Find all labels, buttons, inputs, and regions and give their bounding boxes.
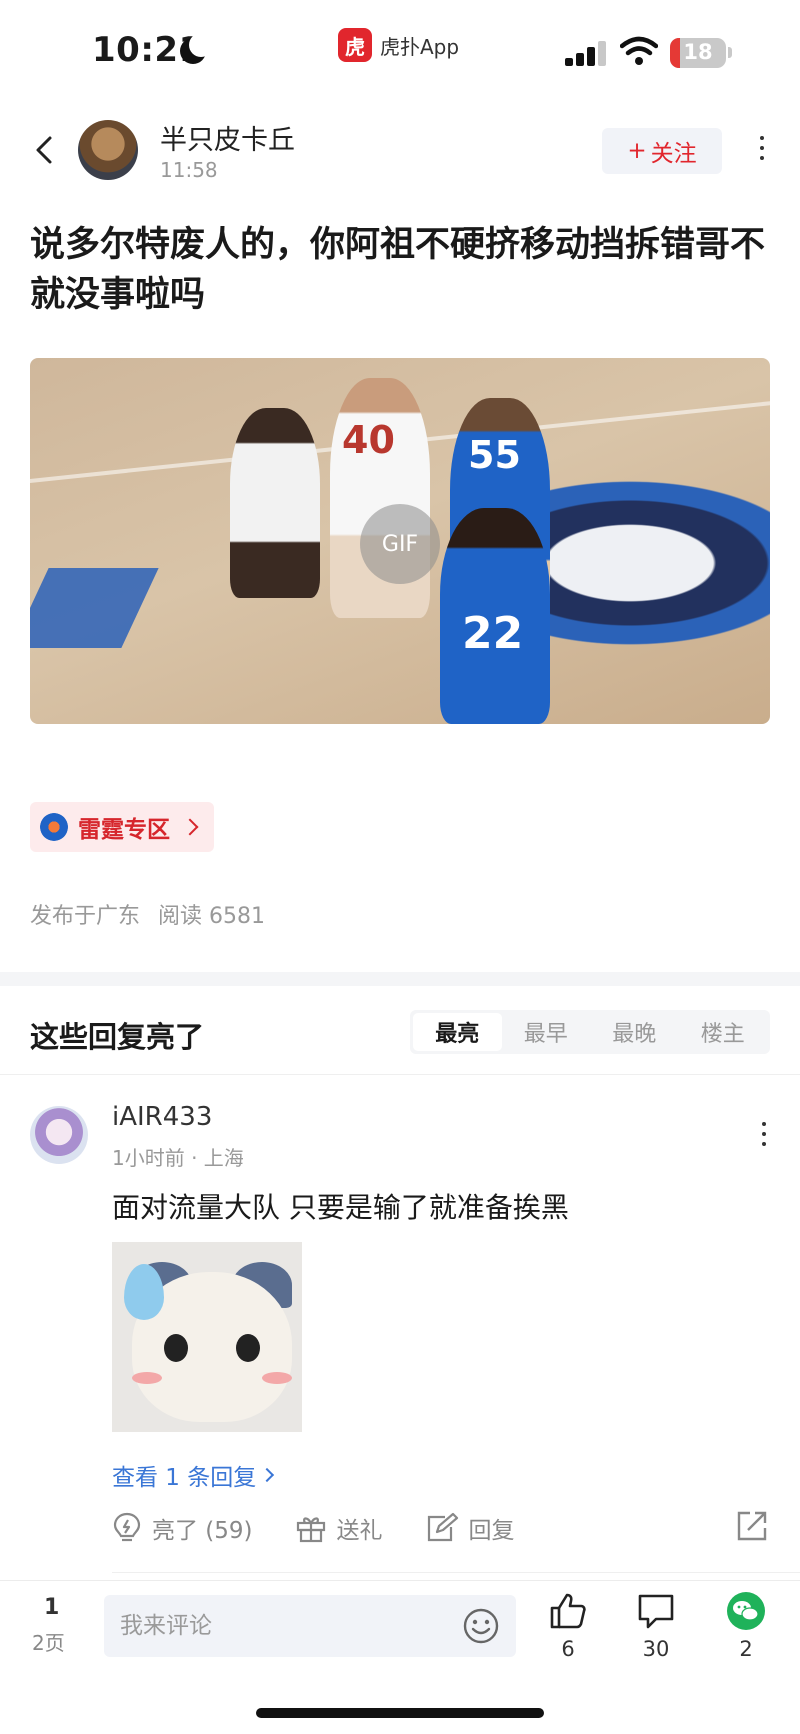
follow-button[interactable]: + 关注	[602, 128, 722, 174]
commenter-name[interactable]: iAIR433	[112, 1102, 212, 1132]
emoji-icon[interactable]	[462, 1607, 500, 1645]
wechat-icon	[727, 1592, 765, 1630]
home-indicator[interactable]	[256, 1708, 544, 1718]
edit-icon	[427, 1512, 458, 1542]
zone-tag[interactable]: 雷霆专区	[30, 802, 214, 852]
post-title: 说多尔特废人的，你阿祖不硬挤移动挡拆错哥不就没事啦吗	[30, 225, 766, 315]
wifi-icon	[620, 36, 658, 65]
chevron-right-icon	[181, 818, 199, 836]
player-figure	[330, 378, 430, 618]
jersey-number: 22	[462, 608, 524, 659]
follow-label: 关注	[650, 141, 697, 167]
post-location: 发布于广东	[30, 904, 141, 929]
tab-hottest[interactable]: 最亮	[413, 1013, 502, 1051]
post-meta: 发布于广东 阅读 6581	[30, 898, 265, 930]
gif-play-badge[interactable]: GIF	[360, 504, 440, 584]
tab-latest[interactable]: 最晚	[590, 1013, 679, 1051]
post-gif[interactable]: 40 55 22 GIF	[30, 358, 770, 724]
replies-title: 这些回复亮了	[30, 1020, 205, 1054]
gift-icon	[296, 1517, 325, 1543]
app-name: 虎扑App	[380, 34, 460, 59]
battery-tip	[728, 47, 732, 58]
comment-text: 面对流量大队 只要是输了就准备挨黑	[112, 1191, 569, 1224]
player-figure	[230, 408, 320, 598]
comment-actions: 亮了 (59) 送礼 回复	[112, 1508, 557, 1548]
comments-button[interactable]: 30	[626, 1591, 686, 1661]
okc-logo-icon	[40, 813, 68, 841]
divider	[112, 1572, 800, 1573]
wechat-share-button[interactable]: 2	[716, 1591, 776, 1661]
lightbulb-icon	[113, 1512, 141, 1542]
hupu-logo-icon: 虎	[338, 28, 372, 62]
status-bar: 10:21 虎 虎扑App 18	[0, 0, 800, 100]
app-badge[interactable]: 虎 虎扑App	[338, 28, 459, 62]
jersey-number: 40	[342, 418, 395, 462]
commenter-avatar[interactable]	[30, 1106, 88, 1164]
gift-label: 送礼	[336, 1518, 383, 1544]
author-avatar[interactable]	[78, 120, 138, 180]
tab-earliest[interactable]: 最早	[502, 1013, 591, 1051]
thumbs-up-icon	[550, 1593, 586, 1629]
read-count: 阅读 6581	[158, 904, 265, 929]
page-total[interactable]: 2页	[32, 1627, 65, 1656]
divider	[0, 1074, 800, 1075]
share-icon[interactable]	[736, 1510, 768, 1542]
author-name[interactable]: 半只皮卡丘	[160, 118, 295, 157]
light-count: 亮了 (59)	[152, 1518, 253, 1544]
gift-button[interactable]: 送礼	[295, 1511, 383, 1545]
comment-meta: 1小时前 · 上海	[112, 1146, 244, 1170]
plus-icon: +	[627, 138, 647, 164]
reply-button[interactable]: 回复	[425, 1511, 515, 1545]
comment-count: 30	[642, 1637, 670, 1661]
comment-sticker-image[interactable]	[112, 1242, 302, 1432]
sort-tabs: 最亮 最早 最晚 楼主	[410, 1010, 770, 1054]
zone-name: 雷霆专区	[78, 817, 170, 843]
moon-icon	[180, 33, 213, 64]
like-button[interactable]: 6	[538, 1591, 598, 1661]
more-options-icon[interactable]	[756, 136, 768, 166]
post-time: 11:58	[160, 158, 218, 182]
comment-input[interactable]	[104, 1595, 516, 1657]
chevron-right-icon	[260, 1467, 275, 1483]
post-header: 半只皮卡丘 11:58 + 关注	[0, 110, 800, 190]
page-current[interactable]: 1	[44, 1595, 59, 1620]
court-paint	[30, 568, 159, 648]
section-divider	[0, 972, 800, 986]
light-button[interactable]: 亮了 (59)	[112, 1511, 253, 1545]
back-icon[interactable]	[30, 134, 62, 166]
cellular-signal-icon	[565, 40, 609, 66]
view-replies-link[interactable]: 查看 1 条回复	[112, 1458, 275, 1492]
comment-bubble-icon	[638, 1594, 674, 1629]
tab-op-only[interactable]: 楼主	[679, 1013, 768, 1051]
view-replies-label: 查看 1 条回复	[112, 1465, 257, 1491]
jersey-number: 55	[468, 433, 521, 477]
battery-icon: 18	[670, 38, 726, 68]
reply-label: 回复	[468, 1518, 515, 1544]
battery-level: 18	[683, 40, 713, 64]
like-count: 6	[561, 1637, 575, 1661]
comment-more-icon[interactable]	[758, 1122, 770, 1152]
share-count: 2	[739, 1637, 753, 1661]
